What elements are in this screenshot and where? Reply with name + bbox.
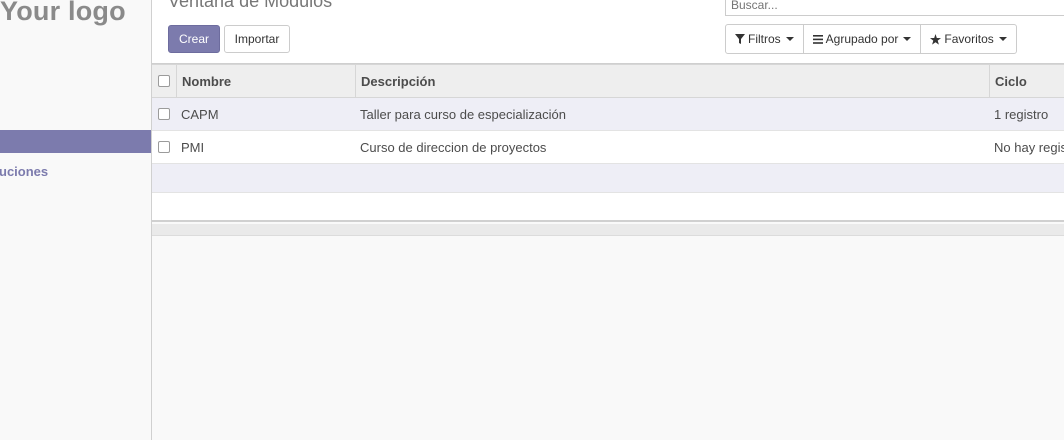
- empty-row: [152, 193, 1064, 222]
- filter-icon: [735, 34, 745, 44]
- list-icon: [812, 34, 823, 44]
- empty-row: [152, 164, 1064, 193]
- table-footer: [152, 224, 1064, 236]
- table-row[interactable]: PMI Curso de direccion de proyectos No h…: [152, 131, 1064, 164]
- list-view-table: Nombre Descripción Ciclo CAPM Taller par…: [152, 64, 1064, 222]
- table-row[interactable]: CAPM Taller para curso de especializació…: [152, 98, 1064, 131]
- column-header-descripcion[interactable]: Descripción: [355, 65, 975, 97]
- select-all-cell: [152, 65, 176, 97]
- cell-descripcion: Taller para curso de especialización: [360, 106, 566, 122]
- select-all-checkbox[interactable]: [158, 75, 170, 87]
- cell-nombre: CAPM: [181, 106, 219, 122]
- search-input[interactable]: [725, 0, 1064, 16]
- column-header-ciclo[interactable]: Ciclo: [989, 65, 1064, 97]
- table-header: Nombre Descripción Ciclo: [152, 64, 1064, 98]
- row-select-cell: [152, 98, 176, 130]
- search-options: Filtros Agrupado por Favoritos: [725, 24, 1017, 54]
- filters-button[interactable]: Filtros: [725, 24, 804, 54]
- cell-nombre: PMI: [181, 139, 205, 155]
- create-button[interactable]: Crear: [168, 25, 220, 53]
- row-select-cell: [152, 131, 176, 163]
- star-icon: [930, 33, 942, 45]
- chevron-down-icon: [903, 37, 912, 41]
- sidebar-item-link[interactable]: uciones: [0, 164, 48, 179]
- group-by-label: Agrupado por: [825, 32, 899, 46]
- chevron-down-icon: [998, 37, 1007, 41]
- import-button[interactable]: Importar: [224, 25, 290, 53]
- chevron-down-icon: [785, 37, 794, 41]
- cell-ciclo: 1 registro: [994, 106, 1049, 122]
- favorites-label: Favoritos: [944, 32, 994, 46]
- control-panel: Ventana de Modulos Crear Importar Filtro…: [152, 0, 1064, 64]
- favorites-button[interactable]: Favoritos: [920, 24, 1017, 54]
- page-title: Ventana de Modulos: [168, 0, 333, 11]
- cell-descripcion: Curso de direccion de proyectos: [360, 139, 547, 155]
- filters-label: Filtros: [748, 32, 781, 46]
- sidebar-item-active[interactable]: [0, 130, 151, 153]
- row-checkbox[interactable]: [158, 141, 170, 153]
- main-content: Ventana de Modulos Crear Importar Filtro…: [152, 0, 1064, 440]
- column-header-nombre[interactable]: Nombre: [176, 65, 346, 97]
- company-logo: Your logo: [0, 0, 126, 26]
- row-checkbox[interactable]: [158, 108, 170, 120]
- group-by-button[interactable]: Agrupado por: [802, 24, 922, 54]
- cell-ciclo: No hay registros: [994, 139, 1064, 155]
- sidebar: Your logo uciones: [0, 0, 152, 440]
